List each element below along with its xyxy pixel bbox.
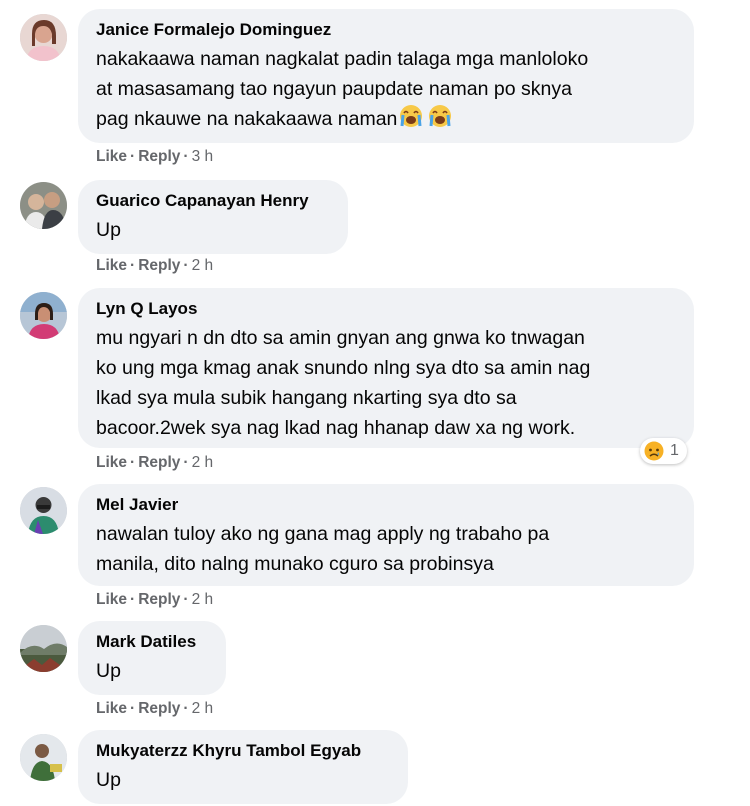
- comment-actions: Like · Reply · 2 h: [96, 591, 213, 609]
- separator: ·: [130, 148, 136, 165]
- avatar[interactable]: [20, 487, 67, 534]
- avatar[interactable]: [20, 182, 67, 229]
- reply-link[interactable]: Reply: [138, 591, 180, 608]
- comment-text: Up: [96, 219, 121, 241]
- comment-text: nakakaawa naman nagkalat padin talaga mg…: [96, 44, 676, 137]
- avatar[interactable]: [20, 625, 67, 672]
- comment-actions: Like · Reply · 3 h: [96, 148, 213, 166]
- comment-actions: Like · Reply · 2 h: [96, 454, 213, 472]
- crying-face-icon: [400, 105, 452, 127]
- like-link[interactable]: Like: [96, 591, 127, 608]
- reaction-count: 1: [670, 442, 679, 459]
- separator: ·: [183, 257, 189, 274]
- separator: ·: [183, 591, 189, 608]
- comment-bubble: Mark Datiles Up: [78, 621, 226, 695]
- timestamp[interactable]: 3 h: [192, 148, 214, 165]
- comment-author[interactable]: Mark Datiles: [96, 631, 208, 652]
- avatar-image: [20, 182, 67, 229]
- avatar-image: [20, 292, 67, 339]
- reply-link[interactable]: Reply: [138, 454, 180, 471]
- sad-face-icon: [644, 441, 664, 461]
- avatar[interactable]: [20, 292, 67, 339]
- reply-link[interactable]: Reply: [138, 700, 180, 717]
- separator: ·: [130, 591, 136, 608]
- like-link[interactable]: Like: [96, 454, 127, 471]
- avatar[interactable]: [20, 734, 67, 781]
- comment-bubble: Mukyaterzz Khyru Tambol Egyab Up: [78, 730, 408, 804]
- timestamp[interactable]: 2 h: [192, 700, 214, 717]
- comment-author[interactable]: Guarico Capanayan Henry: [96, 190, 330, 211]
- avatar[interactable]: [20, 14, 67, 61]
- timestamp[interactable]: 2 h: [192, 454, 214, 471]
- separator: ·: [130, 257, 136, 274]
- separator: ·: [130, 700, 136, 717]
- comment-actions: Like · Reply · 2 h: [96, 257, 213, 275]
- avatar-image: [20, 734, 67, 781]
- comment-bubble: Janice Formalejo Dominguez nakakaawa nam…: [78, 9, 694, 143]
- comment-author[interactable]: Mukyaterzz Khyru Tambol Egyab: [96, 740, 390, 761]
- reply-link[interactable]: Reply: [138, 148, 180, 165]
- comment-bubble: Lyn Q Layos mu ngyari n dn dto sa amin g…: [78, 288, 694, 448]
- avatar-image: [20, 14, 67, 61]
- reaction-count-badge[interactable]: 1: [640, 438, 687, 464]
- comment-author[interactable]: Mel Javier: [96, 494, 676, 515]
- comment-text: Up: [96, 769, 121, 791]
- comment-text: Up: [96, 660, 121, 682]
- comment-text: nawalan tuloy ako ng gana mag apply ng t…: [96, 523, 550, 575]
- avatar-image: [20, 625, 67, 672]
- separator: ·: [183, 700, 189, 717]
- like-link[interactable]: Like: [96, 148, 127, 165]
- reply-link[interactable]: Reply: [138, 257, 180, 274]
- avatar-image: [20, 487, 67, 534]
- comment-text-body: nakakaawa naman nagkalat padin talaga mg…: [96, 48, 589, 130]
- separator: ·: [183, 454, 189, 471]
- comment-author[interactable]: Lyn Q Layos: [96, 298, 676, 319]
- timestamp[interactable]: 2 h: [192, 257, 214, 274]
- comment-bubble: Mel Javier nawalan tuloy ako ng gana mag…: [78, 484, 694, 586]
- comment-actions: Like · Reply · 2 h: [96, 700, 213, 718]
- separator: ·: [183, 148, 189, 165]
- comment-author[interactable]: Janice Formalejo Dominguez: [96, 19, 676, 40]
- separator: ·: [130, 454, 136, 471]
- comment-text: mu ngyari n dn dto sa amin gnyan ang gnw…: [96, 327, 591, 439]
- crying-face-emoji: 😭😭: [399, 104, 453, 137]
- timestamp[interactable]: 2 h: [192, 591, 214, 608]
- like-link[interactable]: Like: [96, 257, 127, 274]
- like-link[interactable]: Like: [96, 700, 127, 717]
- comment-bubble: Guarico Capanayan Henry Up: [78, 180, 348, 254]
